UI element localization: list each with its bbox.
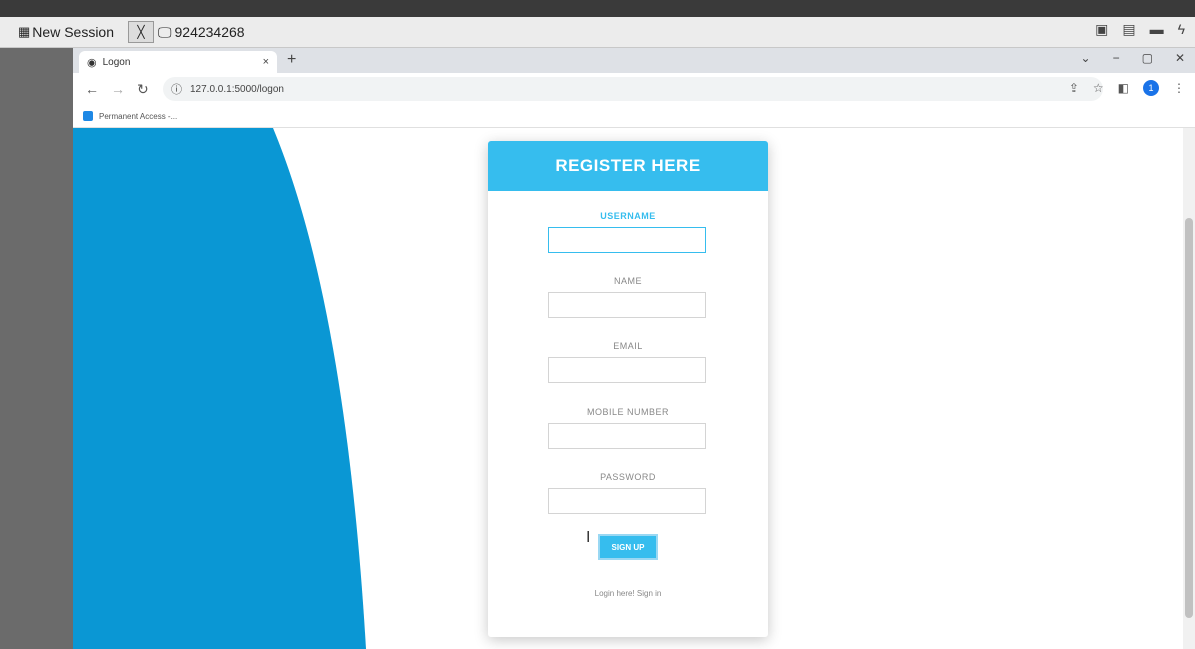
username-label: USERNAME <box>600 211 656 221</box>
profile-avatar[interactable]: 1 <box>1143 80 1159 96</box>
url-text[interactable]: 127.0.0.1:5000/logon <box>190 84 284 95</box>
monitor-icon: 🖵 <box>158 23 172 40</box>
remote-title-strip <box>0 0 1195 17</box>
arrow-left-icon[interactable]: ← <box>85 81 99 97</box>
minimize-button[interactable]: − <box>1113 51 1120 65</box>
login-link[interactable]: Login here! Sign in <box>488 589 768 598</box>
new-session-label: New Session <box>32 24 114 40</box>
register-header: REGISTER HERE <box>488 141 768 191</box>
side-panel-icon[interactable]: ◧ <box>1118 81 1129 95</box>
remote-session-bar: ▦ New Session ╳ 🖵 924234268 ▣ ▤ ▬ ϟ <box>0 17 1195 48</box>
session-id: 924234268 <box>174 24 245 40</box>
chat-icon[interactable]: ▤ <box>1122 21 1135 38</box>
tab-close-icon[interactable]: × <box>263 56 269 68</box>
session-tab[interactable]: 🖵 924234268 <box>154 21 249 43</box>
sign-up-button[interactable]: SIGN UP <box>598 534 658 560</box>
close-icon: ╳ <box>137 25 145 39</box>
chevron-down-icon[interactable]: ⌄ <box>1081 51 1091 65</box>
name-input[interactable] <box>548 292 706 318</box>
page-scrollbar[interactable] <box>1183 128 1195 649</box>
name-field-group: NAME <box>548 276 708 318</box>
browser-window: ◉ Logon × + ⌄ − ▢ ✕ ← → ↻ ⓘ 127.0.0.1:50… <box>73 48 1195 649</box>
window-controls: ⌄ − ▢ ✕ <box>1081 51 1185 65</box>
text-cursor-icon: I <box>586 529 591 546</box>
bookmark-app-icon <box>83 111 93 121</box>
password-input[interactable] <box>548 488 706 514</box>
kebab-menu-icon[interactable]: ⋮ <box>1173 81 1185 95</box>
info-icon[interactable]: ⓘ <box>171 81 182 97</box>
email-input[interactable] <box>548 357 706 383</box>
new-tab-button[interactable]: + <box>287 51 296 69</box>
screen-icon[interactable]: ▣ <box>1095 21 1108 38</box>
tab-strip: ◉ Logon × + ⌄ − ▢ ✕ <box>73 48 1195 73</box>
username-field-group: USERNAME <box>548 211 708 253</box>
session-icon: ▦ <box>18 24 31 39</box>
browser-toolbar: ← → ↻ ⓘ 127.0.0.1:5000/logon ⇪ ☆ ◧ 1 ⋮ <box>73 73 1195 105</box>
password-label: PASSWORD <box>600 472 656 482</box>
globe-icon: ◉ <box>87 56 97 69</box>
scrollbar-thumb[interactable] <box>1185 218 1193 618</box>
remote-tools: ▣ ▤ ▬ ϟ <box>1095 21 1185 38</box>
tab-title: Logon <box>102 56 131 68</box>
page-viewport: REGISTER HERE USERNAME NAME EMAIL MOBILE… <box>73 128 1183 649</box>
bookmarks-bar: Permanent Access -... <box>73 105 1195 128</box>
password-field-group: PASSWORD <box>548 472 708 514</box>
reload-icon[interactable]: ↻ <box>137 81 149 98</box>
keyboard-icon[interactable]: ▬ <box>1150 21 1164 38</box>
register-title: REGISTER HERE <box>555 156 701 175</box>
username-input[interactable] <box>548 227 706 253</box>
bookmark-permanent-access[interactable]: Permanent Access -... <box>99 112 177 121</box>
restore-button[interactable]: ▢ <box>1142 51 1153 65</box>
mobile-number-input[interactable] <box>548 423 706 449</box>
share-icon[interactable]: ⇪ <box>1069 81 1079 95</box>
toolbar-actions: ⇪ ☆ ◧ 1 ⋮ <box>1069 80 1185 96</box>
mobile-field-group: MOBILE NUMBER <box>548 407 708 449</box>
register-card: REGISTER HERE USERNAME NAME EMAIL MOBILE… <box>488 141 768 637</box>
mobile-number-label: MOBILE NUMBER <box>586 407 669 417</box>
close-session-button[interactable]: ╳ <box>128 21 154 43</box>
remote-desktop-gutter <box>0 48 73 649</box>
email-label: EMAIL <box>613 341 643 351</box>
close-window-button[interactable]: ✕ <box>1175 51 1185 65</box>
lightning-icon[interactable]: ϟ <box>1178 21 1185 38</box>
name-label: NAME <box>613 276 642 286</box>
email-field-group: EMAIL <box>548 341 708 383</box>
arrow-right-icon[interactable]: → <box>111 81 125 97</box>
star-icon[interactable]: ☆ <box>1093 81 1104 95</box>
address-bar[interactable]: ⓘ 127.0.0.1:5000/logon <box>163 77 1103 101</box>
tab-logon[interactable]: ◉ Logon × <box>79 51 277 73</box>
new-session-button[interactable]: ▦ New Session <box>14 21 118 43</box>
